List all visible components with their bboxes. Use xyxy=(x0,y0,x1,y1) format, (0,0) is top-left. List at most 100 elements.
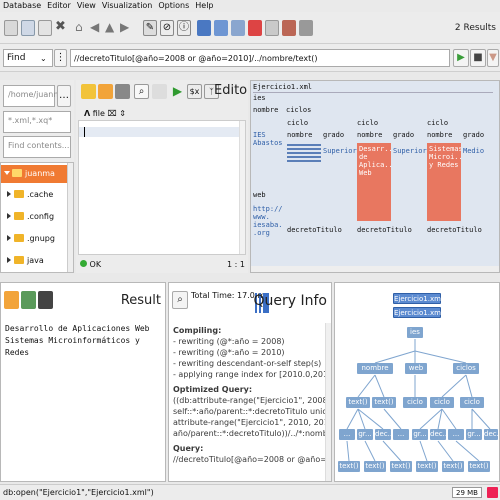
expand-icon[interactable] xyxy=(7,257,11,263)
close-database-icon[interactable]: ✖ xyxy=(55,20,69,36)
table-scrollbar[interactable] xyxy=(251,266,499,272)
editor-scrollbar[interactable] xyxy=(239,121,245,254)
search-icon[interactable]: ⌕ xyxy=(134,84,149,99)
tree-node-ciclo[interactable]: ciclo xyxy=(460,397,484,408)
open-database-icon[interactable] xyxy=(21,20,35,36)
ciclo-name-value-2[interactable]: Sistemas Microi... y Redes xyxy=(427,143,461,221)
variables-icon[interactable]: $x xyxy=(187,84,202,99)
query-input[interactable]: //decretoTitulo[@año=2008 or @año=2010]/… xyxy=(70,49,450,67)
menu-editor[interactable]: Editor xyxy=(44,0,74,10)
tree-view-panel: Ejercicio1.xml Ejercicio1.xml ies nombre… xyxy=(334,282,500,482)
forward-icon[interactable]: ▶ xyxy=(120,20,134,36)
tree-view-icon[interactable] xyxy=(231,20,245,36)
save-result-icon[interactable] xyxy=(38,291,53,309)
memory-usage[interactable]: 29 MB xyxy=(452,487,482,498)
home-result-icon[interactable] xyxy=(21,291,36,309)
expand-icon[interactable] xyxy=(4,171,10,175)
tree-item-cache[interactable]: .cache xyxy=(7,190,53,204)
tree-node-gr[interactable]: gr... xyxy=(412,429,428,440)
ies-header: ies xyxy=(253,94,266,102)
menu-database[interactable]: Database xyxy=(0,0,44,10)
tree-node-text[interactable]: text() xyxy=(416,461,438,472)
status-bar: db:open("Ejercicio1","Ejercicio1.xml") 2… xyxy=(0,484,500,500)
tree-node-dec[interactable]: dec... xyxy=(430,429,449,440)
menu-view[interactable]: View xyxy=(74,0,99,10)
expand-icon[interactable] xyxy=(7,213,11,219)
new-file-icon[interactable] xyxy=(98,84,113,99)
explore-view-icon[interactable] xyxy=(299,20,313,36)
home-icon[interactable]: ⌂ xyxy=(75,20,89,36)
tree-item-juanma[interactable]: juanma xyxy=(1,165,67,183)
info-scrollbar[interactable] xyxy=(325,323,331,481)
result-text[interactable]: Desarrollo de Aplicaciones Web Sistemas … xyxy=(5,323,165,359)
stop-icon[interactable]: ⊘ xyxy=(160,20,174,36)
grado-value-3: Medio xyxy=(463,147,485,155)
open-file-icon[interactable] xyxy=(81,84,96,99)
tree-node-gr[interactable]: gr... xyxy=(466,429,482,440)
browse-button[interactable]: … xyxy=(57,85,71,107)
path-field[interactable]: /home/juanma/ xyxy=(3,85,69,107)
chevron-down-icon[interactable]: ⌄ xyxy=(40,54,47,63)
history-icon[interactable]: ⋮ xyxy=(54,49,67,67)
back-icon[interactable]: ◀ xyxy=(90,20,104,36)
menu-visualization[interactable]: Visualization xyxy=(99,0,156,10)
open-result-icon[interactable] xyxy=(4,291,19,309)
expand-icon[interactable] xyxy=(7,235,11,241)
menu-help[interactable]: Help xyxy=(192,0,216,10)
tree-node-text[interactable]: text() xyxy=(364,461,386,472)
up-icon[interactable]: ▲ xyxy=(105,20,119,36)
file-tab[interactable]: ꓥ file ⌧ ⇕ xyxy=(84,109,126,118)
tree-item-gnupg[interactable]: .gnupg xyxy=(7,234,55,248)
filter-query-icon[interactable]: ▼ xyxy=(487,49,499,67)
text-view-icon[interactable] xyxy=(197,20,211,36)
tree-node-text[interactable]: text() xyxy=(372,397,396,408)
tree-node-text[interactable]: text() xyxy=(468,461,490,472)
expand-icon[interactable] xyxy=(7,191,11,197)
copy-icon[interactable] xyxy=(152,84,167,99)
run-icon[interactable]: ▶ xyxy=(170,84,185,99)
file-filter-field[interactable]: *.xml,*.xq* xyxy=(3,111,71,133)
tree-node-text[interactable]: text() xyxy=(346,397,370,408)
search-info-icon[interactable]: ⌕ xyxy=(172,291,188,309)
tree-node-web[interactable]: web xyxy=(405,363,427,374)
find-contents-field[interactable]: Find contents... xyxy=(3,136,71,158)
tree-item-java[interactable]: java xyxy=(7,256,44,270)
new-database-icon[interactable] xyxy=(4,20,18,36)
properties-icon[interactable] xyxy=(38,20,52,36)
tree-node-nombre[interactable]: nombre xyxy=(357,363,393,374)
filter-icon[interactable]: ✎ xyxy=(143,20,157,36)
tree-node-ciclo[interactable]: ciclo xyxy=(403,397,427,408)
tree-node-text[interactable]: text() xyxy=(338,461,360,472)
table-view-icon[interactable] xyxy=(248,20,262,36)
code-area[interactable]: ꓥ file ⌧ ⇕ xyxy=(78,109,246,255)
tree-node-more[interactable]: ... xyxy=(448,429,464,440)
file-browser-panel: /home/juanma/ … *.xml,*.xq* Find content… xyxy=(0,80,74,273)
file-tree-scrollbar[interactable] xyxy=(67,163,73,272)
tree-node-ciclo[interactable]: ciclo xyxy=(430,397,454,408)
execute-icon[interactable]: ▶ xyxy=(453,49,469,67)
plot-view-icon[interactable] xyxy=(282,20,296,36)
tree-item-config[interactable]: .config xyxy=(7,212,54,226)
tree-node-text[interactable]: text() xyxy=(442,461,464,472)
info-icon[interactable]: ⓘ xyxy=(177,20,191,36)
col-grado-1: grado xyxy=(323,131,345,139)
tree-node-more[interactable]: ... xyxy=(339,429,355,440)
tree-node-more[interactable]: ... xyxy=(393,429,409,440)
col-nombre-3: nombre xyxy=(427,131,453,139)
tree-node-ies[interactable]: ies xyxy=(407,327,423,338)
ciclo-header-3: ciclo xyxy=(427,119,449,127)
ciclo-name-value-1[interactable]: Desarr... de Aplica... Web xyxy=(357,143,391,221)
tree-node-dec[interactable]: dec... xyxy=(375,429,394,440)
tree-node-doc-root[interactable]: Ejercicio1.xml xyxy=(393,307,443,318)
menu-options[interactable]: Options xyxy=(155,0,192,10)
save-file-icon[interactable] xyxy=(115,84,130,99)
tree-node-gr[interactable]: gr... xyxy=(357,429,373,440)
tree-node-text[interactable]: text() xyxy=(390,461,412,472)
tree-node-doc[interactable]: Ejercicio1.xml xyxy=(393,293,443,304)
stop-query-icon[interactable]: ■ xyxy=(470,49,486,67)
tree-node-ciclos[interactable]: ciclos xyxy=(453,363,479,374)
memory-warning-icon[interactable] xyxy=(487,487,498,498)
map-view-icon[interactable] xyxy=(214,20,228,36)
tree-node-dec[interactable]: dec... xyxy=(484,429,499,440)
folder-view-icon[interactable] xyxy=(265,20,279,36)
